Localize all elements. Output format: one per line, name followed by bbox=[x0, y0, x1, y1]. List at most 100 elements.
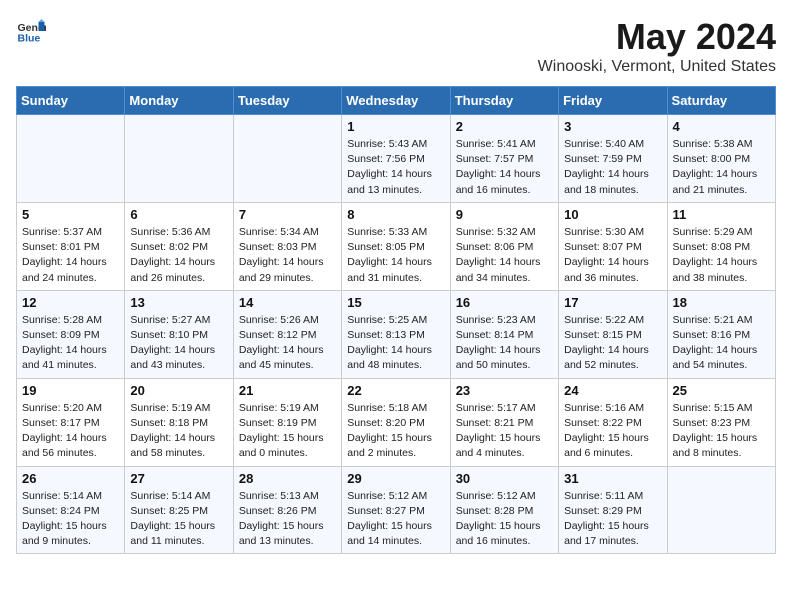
day-cell: 13 Sunrise: 5:27 AM Sunset: 8:10 PM Dayli… bbox=[125, 290, 233, 378]
day-cell: 8Sunrise: 5:33 AM Sunset: 8:05 PM Daylig… bbox=[342, 202, 450, 290]
day-number: 12 bbox=[22, 295, 119, 310]
day-number: 24 bbox=[564, 383, 661, 398]
week-row-2: 5 Sunrise: 5:37 AM Sunset: 8:01 PM Daylig… bbox=[17, 202, 776, 290]
svg-text:Blue: Blue bbox=[18, 33, 41, 45]
day-cell: 17 Sunrise: 5:22 AM Sunset: 8:15 PM Dayli… bbox=[559, 290, 667, 378]
day-number: 6 bbox=[130, 207, 227, 222]
day-cell: 9 Sunrise: 5:32 AM Sunset: 8:06 PM Daylig… bbox=[450, 202, 558, 290]
day-info: Sunrise: 5:14 AM Sunset: 8:24 PM Dayligh… bbox=[22, 489, 119, 550]
day-info: Sunrise: 5:25 AM Sunset: 8:13 PM Dayligh… bbox=[347, 313, 444, 374]
day-info: Sunrise: 5:13 AM Sunset: 8:26 PM Dayligh… bbox=[239, 489, 336, 550]
day-cell: 27Sunrise: 5:14 AM Sunset: 8:25 PM Dayli… bbox=[125, 466, 233, 554]
day-number: 2 bbox=[456, 119, 553, 134]
weekday-header-tuesday: Tuesday bbox=[233, 87, 341, 115]
day-number: 1 bbox=[347, 119, 444, 134]
day-number: 18 bbox=[673, 295, 770, 310]
day-info: Sunrise: 5:20 AM Sunset: 8:17 PM Dayligh… bbox=[22, 401, 119, 462]
day-number: 11 bbox=[673, 207, 770, 222]
day-cell: 18 Sunrise: 5:21 AM Sunset: 8:16 PM Dayli… bbox=[667, 290, 775, 378]
day-cell: 3Sunrise: 5:40 AM Sunset: 7:59 PM Daylig… bbox=[559, 115, 667, 203]
day-cell: 26 Sunrise: 5:14 AM Sunset: 8:24 PM Dayli… bbox=[17, 466, 125, 554]
day-number: 15 bbox=[347, 295, 444, 310]
day-info: Sunrise: 5:18 AM Sunset: 8:20 PM Dayligh… bbox=[347, 401, 444, 462]
day-number: 26 bbox=[22, 471, 119, 486]
day-info: Sunrise: 5:36 AM Sunset: 8:02 PM Dayligh… bbox=[130, 225, 227, 286]
day-cell: 28 Sunrise: 5:13 AM Sunset: 8:26 PM Dayli… bbox=[233, 466, 341, 554]
day-cell bbox=[125, 115, 233, 203]
day-cell: 15 Sunrise: 5:25 AM Sunset: 8:13 PM Dayli… bbox=[342, 290, 450, 378]
day-number: 22 bbox=[347, 383, 444, 398]
day-info: Sunrise: 5:27 AM Sunset: 8:10 PM Dayligh… bbox=[130, 313, 227, 374]
day-cell: 22 Sunrise: 5:18 AM Sunset: 8:20 PM Dayli… bbox=[342, 378, 450, 466]
day-info: Sunrise: 5:15 AM Sunset: 8:23 PM Dayligh… bbox=[673, 401, 770, 462]
day-info: Sunrise: 5:37 AM Sunset: 8:01 PM Dayligh… bbox=[22, 225, 119, 286]
day-cell: 25 Sunrise: 5:15 AM Sunset: 8:23 PM Dayli… bbox=[667, 378, 775, 466]
day-info: Sunrise: 5:17 AM Sunset: 8:21 PM Dayligh… bbox=[456, 401, 553, 462]
day-number: 4 bbox=[673, 119, 770, 134]
day-number: 21 bbox=[239, 383, 336, 398]
day-number: 13 bbox=[130, 295, 227, 310]
weekday-header-monday: Monday bbox=[125, 87, 233, 115]
calendar-table: SundayMondayTuesdayWednesdayThursdayFrid… bbox=[16, 86, 776, 554]
day-number: 31 bbox=[564, 471, 661, 486]
day-info: Sunrise: 5:40 AM Sunset: 7:59 PM Dayligh… bbox=[564, 137, 661, 198]
weekday-header-sunday: Sunday bbox=[17, 87, 125, 115]
weekday-header-thursday: Thursday bbox=[450, 87, 558, 115]
day-info: Sunrise: 5:23 AM Sunset: 8:14 PM Dayligh… bbox=[456, 313, 553, 374]
day-number: 19 bbox=[22, 383, 119, 398]
logo-icon: General Blue bbox=[16, 16, 46, 46]
day-cell: 24Sunrise: 5:16 AM Sunset: 8:22 PM Dayli… bbox=[559, 378, 667, 466]
day-cell: 30 Sunrise: 5:12 AM Sunset: 8:28 PM Dayli… bbox=[450, 466, 558, 554]
day-cell: 2 Sunrise: 5:41 AM Sunset: 7:57 PM Daylig… bbox=[450, 115, 558, 203]
day-info: Sunrise: 5:33 AM Sunset: 8:05 PM Dayligh… bbox=[347, 225, 444, 286]
day-info: Sunrise: 5:41 AM Sunset: 7:57 PM Dayligh… bbox=[456, 137, 553, 198]
day-cell: 5 Sunrise: 5:37 AM Sunset: 8:01 PM Daylig… bbox=[17, 202, 125, 290]
day-cell: 23 Sunrise: 5:17 AM Sunset: 8:21 PM Dayli… bbox=[450, 378, 558, 466]
week-row-4: 19 Sunrise: 5:20 AM Sunset: 8:17 PM Dayli… bbox=[17, 378, 776, 466]
day-number: 16 bbox=[456, 295, 553, 310]
day-info: Sunrise: 5:21 AM Sunset: 8:16 PM Dayligh… bbox=[673, 313, 770, 374]
day-info: Sunrise: 5:12 AM Sunset: 8:27 PM Dayligh… bbox=[347, 489, 444, 550]
day-cell: 31 Sunrise: 5:11 AM Sunset: 8:29 PM Dayli… bbox=[559, 466, 667, 554]
weekday-header-saturday: Saturday bbox=[667, 87, 775, 115]
day-cell: 7Sunrise: 5:34 AM Sunset: 8:03 PM Daylig… bbox=[233, 202, 341, 290]
day-cell bbox=[17, 115, 125, 203]
day-cell: 12Sunrise: 5:28 AM Sunset: 8:09 PM Dayli… bbox=[17, 290, 125, 378]
day-number: 28 bbox=[239, 471, 336, 486]
day-info: Sunrise: 5:43 AM Sunset: 7:56 PM Dayligh… bbox=[347, 137, 444, 198]
day-number: 30 bbox=[456, 471, 553, 486]
day-number: 9 bbox=[456, 207, 553, 222]
day-number: 29 bbox=[347, 471, 444, 486]
day-cell: 14Sunrise: 5:26 AM Sunset: 8:12 PM Dayli… bbox=[233, 290, 341, 378]
weekday-header-wednesday: Wednesday bbox=[342, 87, 450, 115]
day-cell: 4 Sunrise: 5:38 AM Sunset: 8:00 PM Daylig… bbox=[667, 115, 775, 203]
day-number: 23 bbox=[456, 383, 553, 398]
day-cell: 11 Sunrise: 5:29 AM Sunset: 8:08 PM Dayli… bbox=[667, 202, 775, 290]
week-row-3: 12Sunrise: 5:28 AM Sunset: 8:09 PM Dayli… bbox=[17, 290, 776, 378]
day-info: Sunrise: 5:12 AM Sunset: 8:28 PM Dayligh… bbox=[456, 489, 553, 550]
day-cell: 21Sunrise: 5:19 AM Sunset: 8:19 PM Dayli… bbox=[233, 378, 341, 466]
week-row-5: 26 Sunrise: 5:14 AM Sunset: 8:24 PM Dayli… bbox=[17, 466, 776, 554]
day-info: Sunrise: 5:38 AM Sunset: 8:00 PM Dayligh… bbox=[673, 137, 770, 198]
day-info: Sunrise: 5:26 AM Sunset: 8:12 PM Dayligh… bbox=[239, 313, 336, 374]
day-number: 5 bbox=[22, 207, 119, 222]
day-number: 10 bbox=[564, 207, 661, 222]
day-info: Sunrise: 5:22 AM Sunset: 8:15 PM Dayligh… bbox=[564, 313, 661, 374]
page-header: General Blue May 2024 Winooski, Vermont,… bbox=[16, 16, 776, 76]
day-cell: 20Sunrise: 5:19 AM Sunset: 8:18 PM Dayli… bbox=[125, 378, 233, 466]
week-row-1: 1 Sunrise: 5:43 AM Sunset: 7:56 PM Daylig… bbox=[17, 115, 776, 203]
day-info: Sunrise: 5:11 AM Sunset: 8:29 PM Dayligh… bbox=[564, 489, 661, 550]
day-cell: 29 Sunrise: 5:12 AM Sunset: 8:27 PM Dayli… bbox=[342, 466, 450, 554]
weekday-header-friday: Friday bbox=[559, 87, 667, 115]
day-cell: 10Sunrise: 5:30 AM Sunset: 8:07 PM Dayli… bbox=[559, 202, 667, 290]
day-number: 20 bbox=[130, 383, 227, 398]
day-number: 7 bbox=[239, 207, 336, 222]
day-info: Sunrise: 5:32 AM Sunset: 8:06 PM Dayligh… bbox=[456, 225, 553, 286]
calendar-subtitle: Winooski, Vermont, United States bbox=[538, 58, 776, 76]
day-cell: 1 Sunrise: 5:43 AM Sunset: 7:56 PM Daylig… bbox=[342, 115, 450, 203]
logo: General Blue bbox=[16, 16, 46, 46]
day-number: 25 bbox=[673, 383, 770, 398]
day-info: Sunrise: 5:29 AM Sunset: 8:08 PM Dayligh… bbox=[673, 225, 770, 286]
day-number: 17 bbox=[564, 295, 661, 310]
day-cell bbox=[233, 115, 341, 203]
